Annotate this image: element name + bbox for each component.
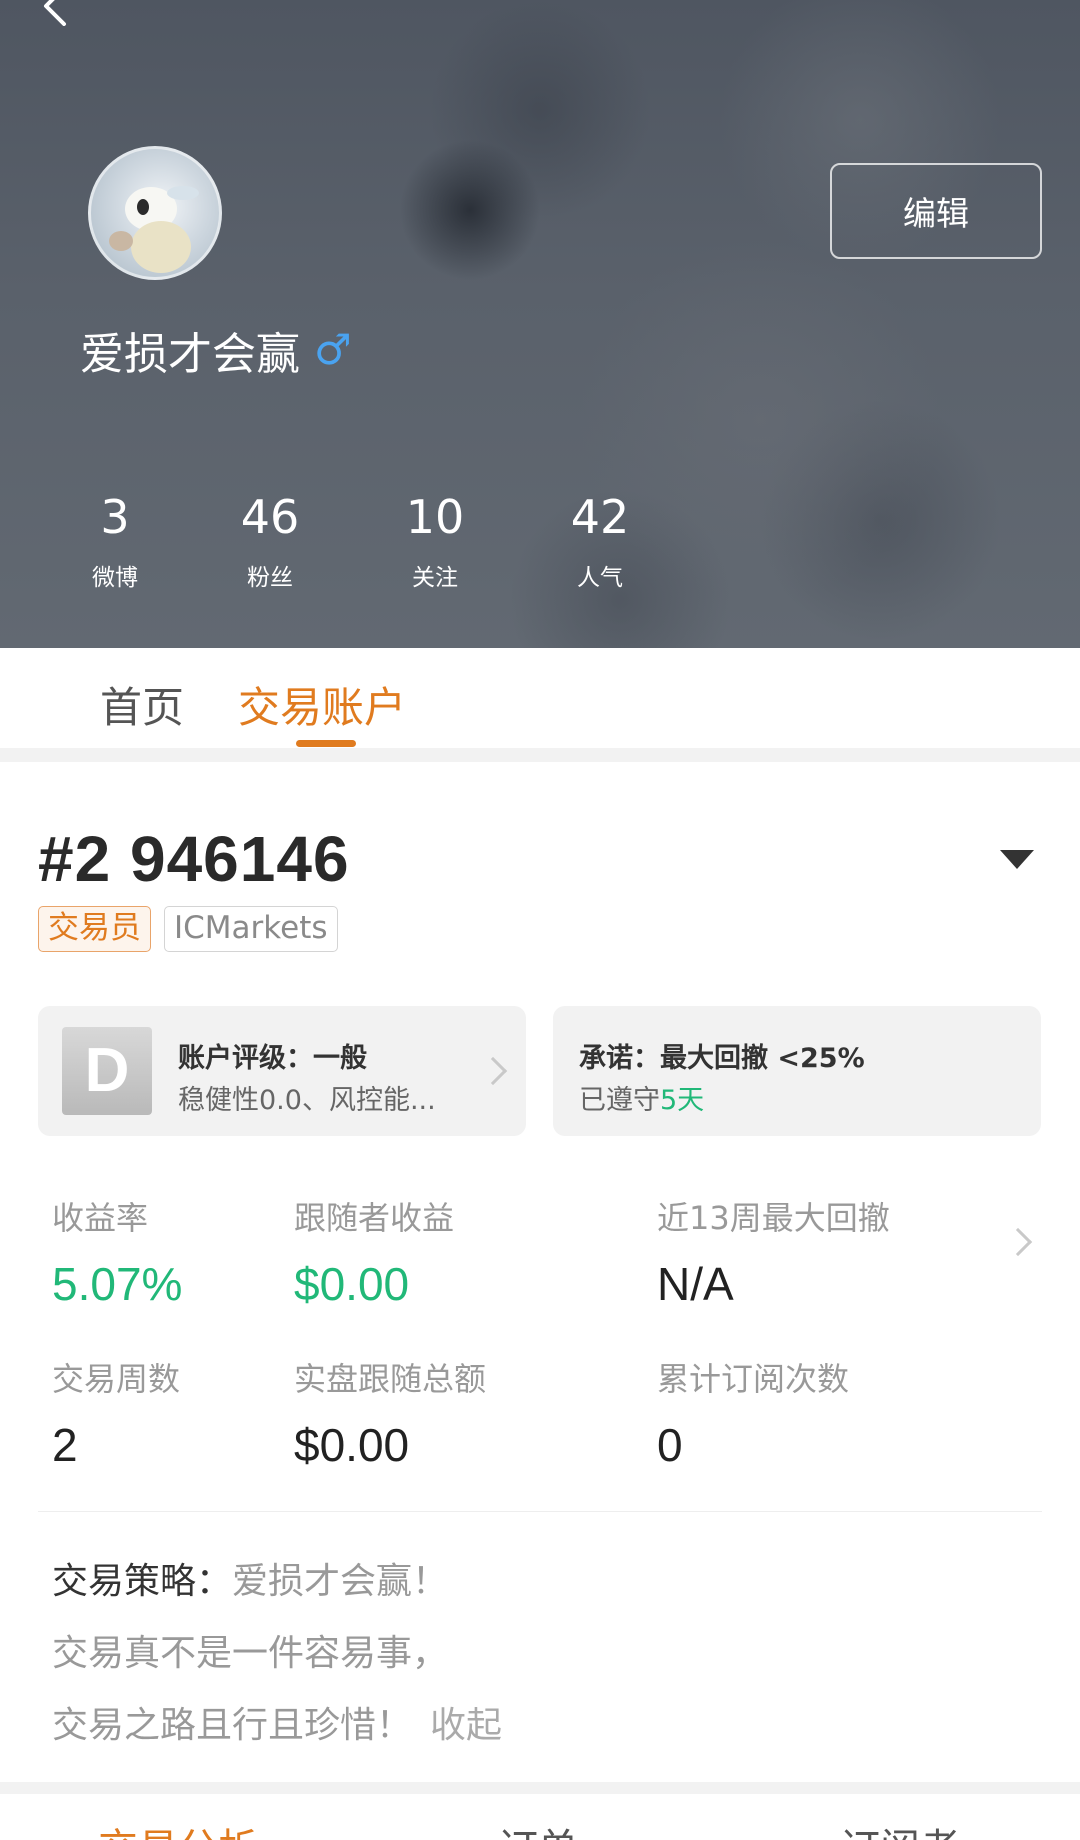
section-divider xyxy=(0,748,1080,762)
strategy-line: 交易策略：爱损才会赢！ xyxy=(52,1546,502,1618)
tab-trading-account[interactable]: 交易账户 xyxy=(238,674,406,735)
tab-subscribers[interactable]: 订阅者 xyxy=(840,1816,960,1840)
metric-value: 5.07% xyxy=(52,1258,183,1310)
promise-card[interactable]: 承诺：最大回撤 <25% 已遵守5天 xyxy=(553,1006,1041,1136)
chevron-right-icon[interactable] xyxy=(1003,1227,1033,1257)
metric-value: 0 xyxy=(657,1419,683,1471)
account-dropdown-icon[interactable] xyxy=(1000,850,1034,869)
chevron-right-icon xyxy=(478,1056,508,1086)
tab-trade-analysis[interactable]: 交易分析 xyxy=(98,1816,258,1840)
metric-trading-weeks: 交易周数 2 xyxy=(52,1354,180,1472)
avatar[interactable] xyxy=(88,146,222,280)
stat-label: 微博 xyxy=(92,565,138,591)
grade-badge: D xyxy=(62,1027,152,1115)
metric-label: 近13周最大回撤 xyxy=(657,1199,890,1237)
metric-label: 跟随者收益 xyxy=(294,1199,455,1237)
metric-label: 实盘跟随总额 xyxy=(294,1360,487,1398)
metric-return-rate: 收益率 5.07% xyxy=(52,1193,182,1311)
stat-label: 人气 xyxy=(577,565,623,591)
metric-follower-profit: 跟随者收益 $0.00 xyxy=(294,1193,454,1311)
strategy-label: 交易策略： xyxy=(52,1561,233,1602)
avatar-image xyxy=(109,186,199,273)
promise-days: 5天 xyxy=(660,1085,705,1116)
metric-label: 累计订阅次数 xyxy=(657,1360,850,1398)
back-arrow-icon[interactable] xyxy=(34,0,74,26)
username: 爱损才会赢 xyxy=(80,329,300,380)
divider xyxy=(38,1511,1042,1512)
username-row: 爱损才会赢 ♂ xyxy=(80,318,352,382)
account-rating-card[interactable]: D 账户评级：一般 稳健性0.0、风控能... xyxy=(38,1006,526,1136)
stat-value: 46 xyxy=(240,490,300,544)
account-id: #2 946146 xyxy=(38,823,350,895)
profile-header: 编辑 爱损才会赢 ♂ 3 微博 46 粉丝 10 关注 42 人气 xyxy=(0,0,1080,648)
stat-posts[interactable]: 3 微博 xyxy=(55,490,175,592)
collapse-link[interactable]: 收起 xyxy=(430,1705,502,1746)
tab-orders[interactable]: 订单 xyxy=(498,1816,578,1840)
tab-home[interactable]: 首页 xyxy=(100,674,184,735)
section-divider xyxy=(0,1782,1080,1794)
profile-tabs: 首页 交易账户 xyxy=(0,648,1080,748)
broker-badge: ICMarkets xyxy=(164,906,338,952)
stat-value: 3 xyxy=(100,490,130,544)
strategy-text: 交易之路且行且珍惜！ xyxy=(52,1705,413,1746)
stat-value: 42 xyxy=(570,490,630,544)
stat-followers[interactable]: 46 粉丝 xyxy=(210,490,330,592)
edit-profile-button[interactable]: 编辑 xyxy=(830,163,1042,259)
metric-live-follow-total: 实盘跟随总额 $0.00 xyxy=(294,1354,486,1472)
strategy-text: 爱损才会赢！ xyxy=(232,1561,449,1602)
metric-value: $0.00 xyxy=(294,1258,410,1310)
stat-label: 关注 xyxy=(412,565,458,591)
male-icon: ♂ xyxy=(314,325,352,374)
metric-value: N/A xyxy=(657,1258,734,1310)
promise-subtitle: 已遵守5天 xyxy=(579,1078,704,1117)
stat-label: 粉丝 xyxy=(247,565,293,591)
promise-title: 承诺：最大回撤 <25% xyxy=(579,1043,865,1074)
promise-subtitle-prefix: 已遵守 xyxy=(579,1085,660,1116)
stat-following[interactable]: 10 关注 xyxy=(375,490,495,592)
active-tab-indicator xyxy=(296,740,356,747)
strategy-line: 交易之路且行且珍惜！ 收起 xyxy=(52,1690,502,1762)
metric-max-drawdown[interactable]: 近13周最大回撤 N/A xyxy=(657,1193,890,1311)
metric-value: 2 xyxy=(52,1419,78,1471)
metric-total-subscriptions: 累计订阅次数 0 xyxy=(657,1354,849,1472)
metric-value: $0.00 xyxy=(294,1419,410,1471)
stat-popularity[interactable]: 42 人气 xyxy=(540,490,660,592)
rating-title: 账户评级：一般 xyxy=(178,1043,367,1074)
metric-label: 收益率 xyxy=(52,1199,149,1237)
rating-subtitle: 稳健性0.0、风控能... xyxy=(178,1085,436,1116)
strategy-line: 交易真不是一件容易事， xyxy=(52,1633,449,1674)
metric-label: 交易周数 xyxy=(52,1360,181,1398)
trading-strategy: 交易策略：爱损才会赢！ 交易真不是一件容易事， 交易之路且行且珍惜！ 收起 xyxy=(52,1546,502,1762)
trader-badge: 交易员 xyxy=(38,906,151,952)
stat-value: 10 xyxy=(405,490,465,544)
